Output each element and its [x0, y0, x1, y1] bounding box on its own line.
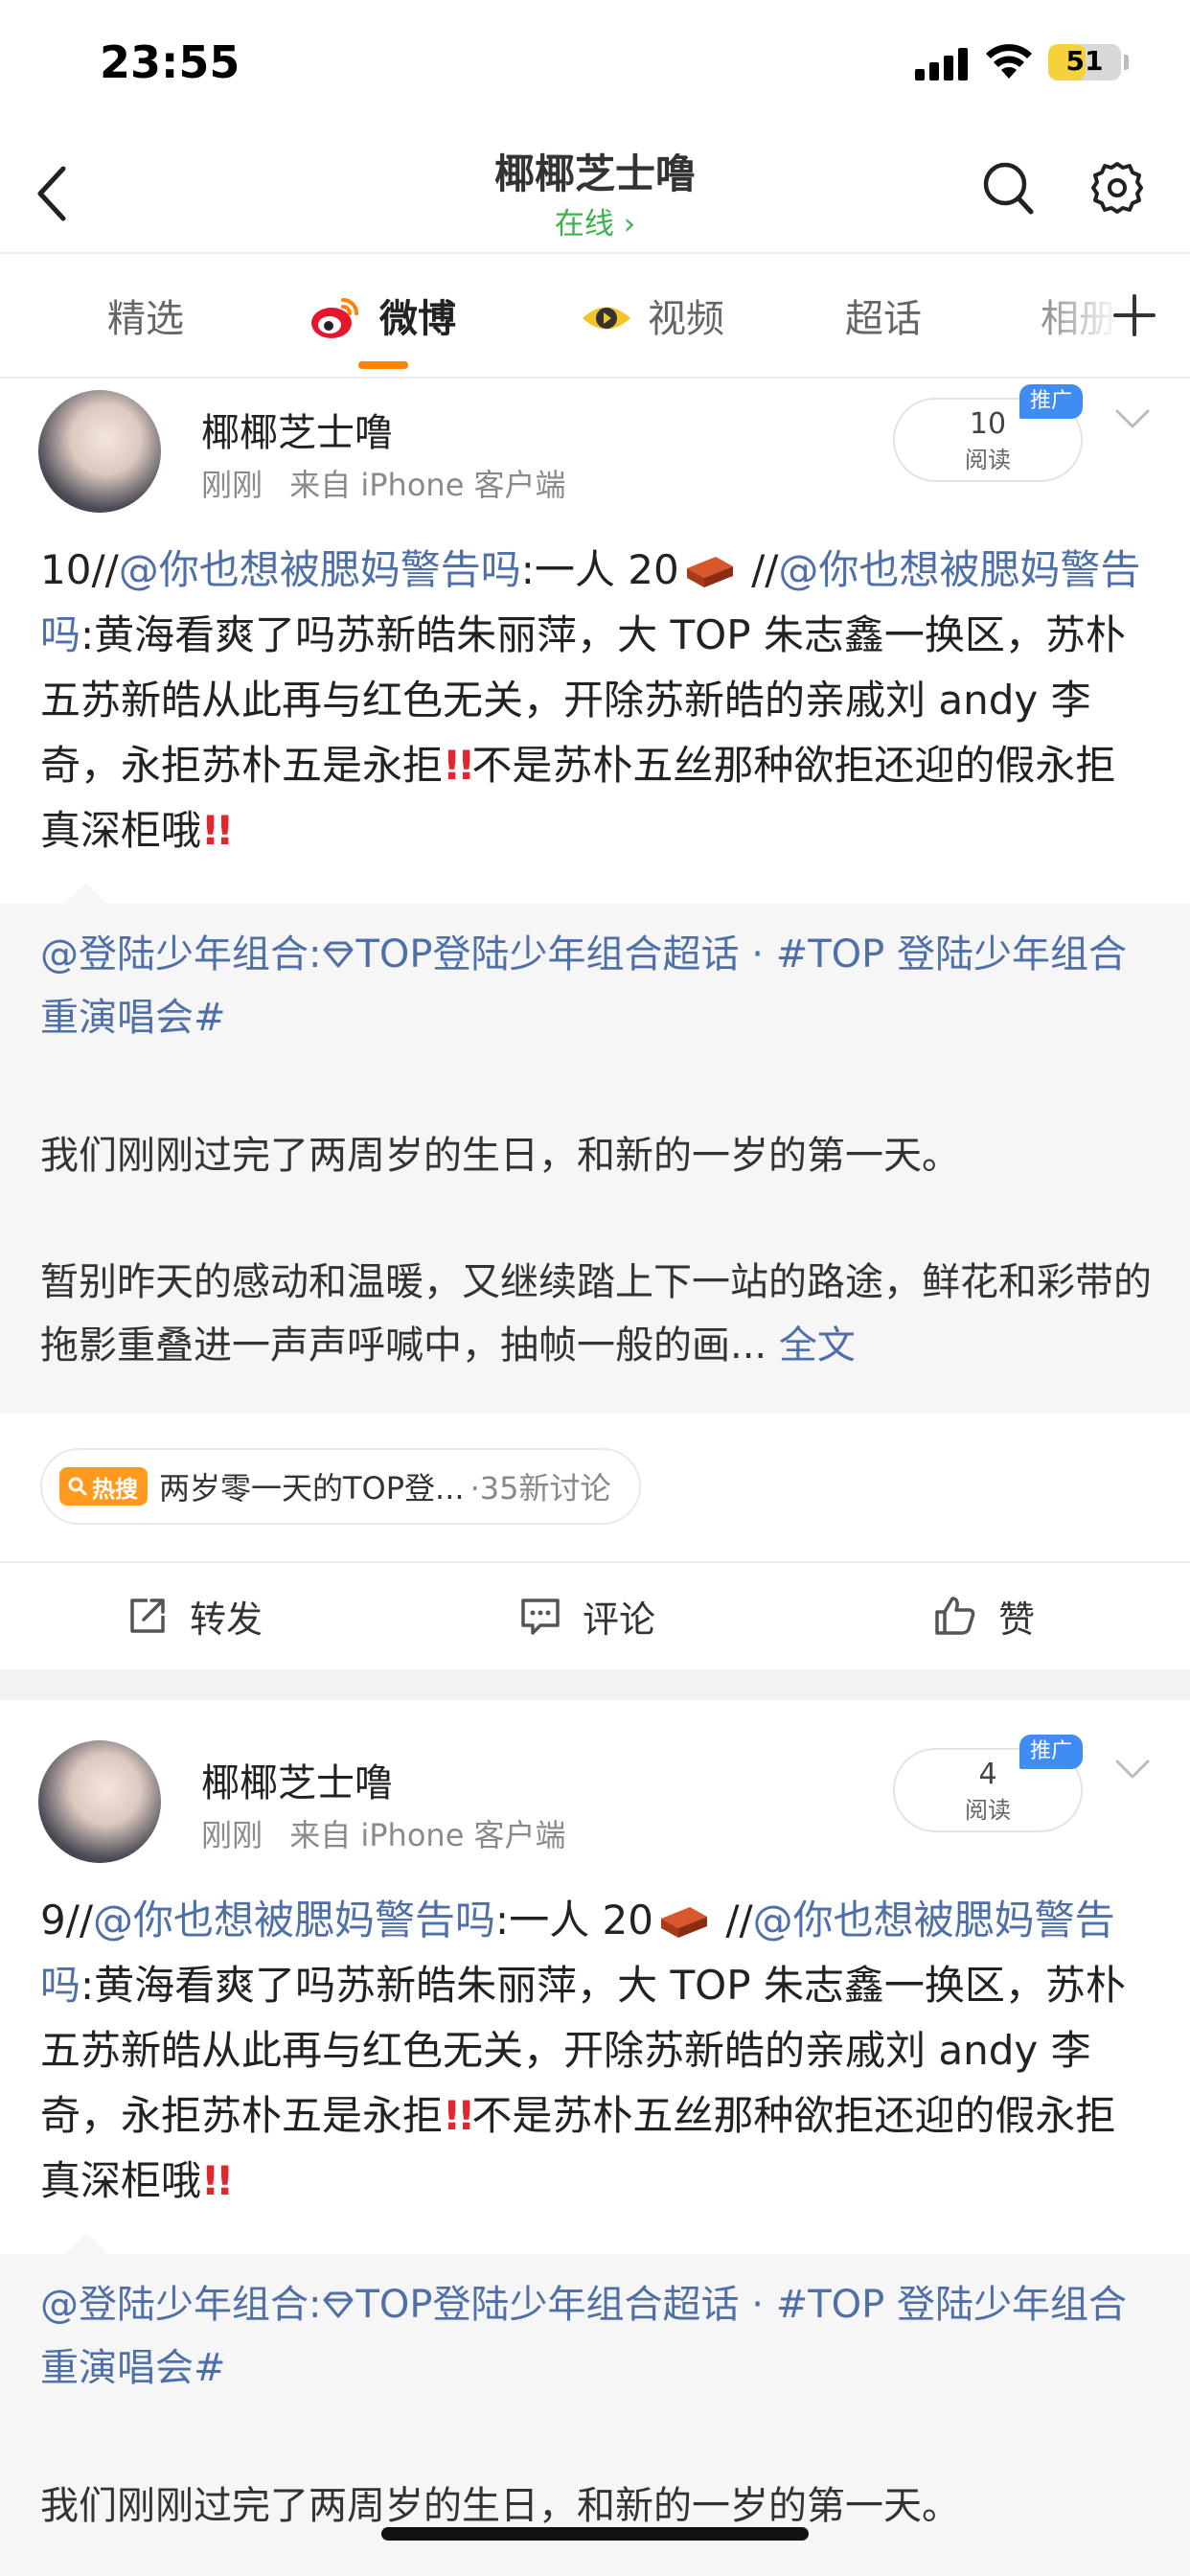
diamond-icon: [323, 2291, 354, 2318]
promo-badge[interactable]: 推广: [1019, 384, 1083, 419]
quote-paragraph: 暂别昨天的感动和温暖，又继续踏上下一站的路途，鲜花和彩带的拖影重叠进一声声呼喊中…: [40, 1260, 1152, 1368]
active-tab-indicator: [358, 361, 408, 369]
double-exclamation-icon: !!: [443, 2092, 475, 2139]
gear-icon[interactable]: [1088, 159, 1146, 217]
mention-link[interactable]: @你也想被腮妈警告吗: [119, 546, 521, 593]
post-time: 刚刚: [201, 1817, 263, 1853]
quote-pointer: [65, 2233, 107, 2254]
repost-button[interactable]: 转发: [126, 1563, 263, 1668]
comment-icon: [521, 1598, 560, 1635]
plus-icon[interactable]: [1111, 292, 1157, 338]
status-time: 23:55: [100, 36, 240, 88]
brick-icon: [661, 1907, 707, 1938]
post-text: 10//@你也想被腮妈警告吗:一人 20 //@你也想被腮妈警告吗:黄海看爽了吗…: [40, 546, 1141, 854]
avatar[interactable]: [38, 390, 161, 513]
battery-percent: 51: [1065, 45, 1104, 77]
post-time: 刚刚: [201, 467, 263, 503]
tab-video[interactable]: 视频: [648, 290, 724, 348]
author-name[interactable]: 椰椰芝士噜: [201, 1752, 393, 1807]
post-source: 来自 iPhone 客户端: [289, 1817, 566, 1853]
read-label: 阅读: [965, 447, 1011, 473]
weibo-logo-icon: [311, 298, 358, 338]
battery-indicator: 51: [1048, 44, 1121, 80]
avatar[interactable]: [38, 1740, 161, 1863]
post-meta: 刚刚 来自 iPhone 客户端: [201, 461, 566, 505]
home-indicator[interactable]: [381, 2527, 809, 2541]
quote-author[interactable]: @登陆少年组合:: [40, 932, 321, 977]
repost-icon: [130, 1598, 165, 1633]
promo-badge[interactable]: 推广: [1019, 1735, 1083, 1769]
post-card: 椰椰芝士噜 刚刚 来自 iPhone 客户端 10 阅读 推广 10//@你也想…: [0, 380, 1190, 1674]
author-name[interactable]: 椰椰芝士噜: [201, 402, 393, 457]
like-button[interactable]: 赞: [933, 1563, 1035, 1668]
tab-featured[interactable]: 精选: [107, 290, 184, 348]
tab-super-topic[interactable]: 超话: [845, 290, 922, 348]
super-topic-link[interactable]: TOP登陆少年组合超话: [355, 932, 739, 977]
tab-weibo[interactable]: 微博: [379, 290, 456, 348]
quote-pointer: [65, 883, 107, 904]
post-source: 来自 iPhone 客户端: [289, 467, 566, 503]
battery-tip: [1124, 55, 1129, 70]
search-icon[interactable]: [981, 159, 1035, 217]
hot-search-pill[interactable]: 热搜 两岁零一天的TOP登... ·35新讨论: [40, 1448, 642, 1525]
hot-search-title: 两岁零一天的TOP登...: [159, 1470, 465, 1506]
hot-search-badge: 热搜: [59, 1467, 148, 1506]
super-topic-link[interactable]: TOP登陆少年组合超话: [355, 2283, 739, 2327]
full-text-link[interactable]: 全文: [767, 1323, 856, 1368]
tab-fade-overlay: [1016, 275, 1190, 361]
status-bar: 23:55 51: [0, 0, 1190, 125]
mention-link[interactable]: @你也想被腮妈警告吗: [93, 1897, 495, 1944]
quote-paragraph: 我们刚刚过完了两周岁的生日，和新的一岁的第一天。: [40, 1134, 960, 1178]
quoted-post[interactable]: @登陆少年组合: TOP登陆少年组合超话 · #TOP 登陆少年组合重演唱会# 我…: [0, 883, 1190, 1414]
cellular-signal-icon: [915, 48, 973, 80]
post-card: 椰椰芝士噜 刚刚 来自 iPhone 客户端 4 阅读 推广 9//@你也想被腮…: [0, 1731, 1190, 2576]
double-exclamation-icon: !!: [201, 2157, 234, 2204]
profile-tabs: 精选 微博 视频 超话 相册: [0, 256, 1190, 379]
profile-header: 椰椰芝士噜 在线 ›: [0, 125, 1190, 254]
post-text: 9//@你也想被腮妈警告吗:一人 20 //@你也想被腮妈警告吗:黄海看爽了吗苏…: [40, 1897, 1126, 2204]
double-exclamation-icon: !!: [443, 742, 475, 789]
thumbs-up-icon: [935, 1597, 975, 1635]
read-label: 阅读: [965, 1797, 1011, 1824]
diamond-icon: [323, 941, 354, 968]
brick-icon: [686, 557, 733, 587]
quote-header: @登陆少年组合: TOP登陆少年组合超话 · #TOP 登陆少年组合重演唱会#: [40, 932, 1127, 1040]
chevron-down-icon[interactable]: [1113, 1758, 1152, 1781]
comment-button[interactable]: 评论: [519, 1563, 655, 1668]
chevron-down-icon[interactable]: [1113, 407, 1152, 430]
search-icon: [68, 1477, 87, 1496]
post-meta: 刚刚 来自 iPhone 客户端: [201, 1811, 566, 1855]
post-divider: [0, 1669, 1190, 1700]
hot-search-count: ·35新讨论: [469, 1470, 611, 1506]
double-exclamation-icon: !!: [201, 807, 234, 854]
quote-author[interactable]: @登陆少年组合:: [40, 2283, 321, 2327]
post-actions: 转发 评论 赞: [0, 1561, 1190, 1667]
video-eye-icon: [583, 307, 630, 330]
quote-header: @登陆少年组合: TOP登陆少年组合超话 · #TOP 登陆少年组合重演唱会#: [40, 2283, 1127, 2390]
wifi-icon: [986, 44, 1032, 79]
